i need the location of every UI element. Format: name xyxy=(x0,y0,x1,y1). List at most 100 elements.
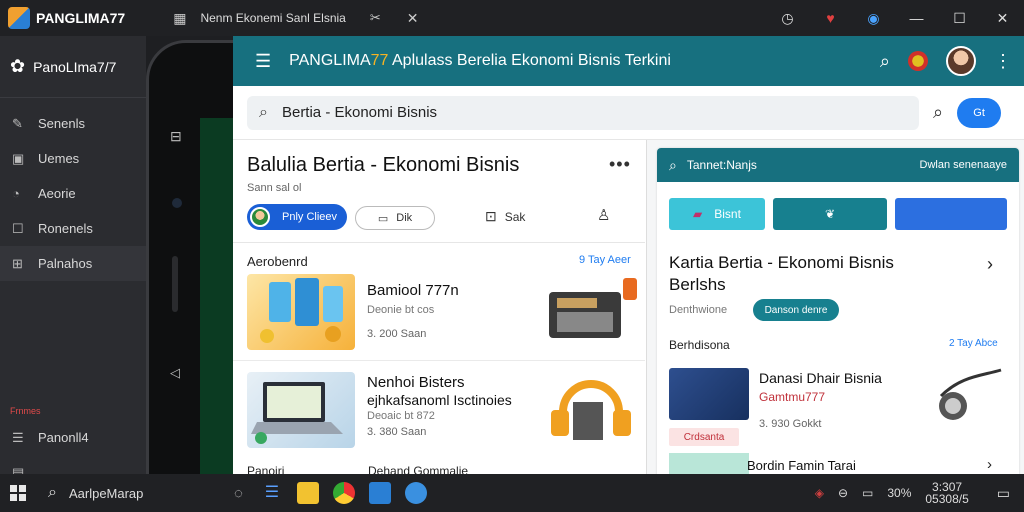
sidebar-item-senenls[interactable]: ✎ Senenls xyxy=(0,106,146,141)
taskview-icon[interactable]: ☰ xyxy=(261,482,283,504)
taskbar-search-label[interactable]: AarlpeMarap xyxy=(69,486,143,501)
flag-icon[interactable] xyxy=(908,51,928,71)
clock[interactable]: 3:307 05308/5 xyxy=(925,481,982,505)
profile-button[interactable]: Pnly Clieev xyxy=(247,204,347,230)
card-title-line1: Kartia Bertia - Ekonomi Bisnis xyxy=(669,253,894,272)
lens-icon[interactable]: ⌕ xyxy=(933,102,943,123)
sidebar-item-palnahos[interactable]: ⊞ Palnahos xyxy=(0,246,146,281)
table-icon: ⊞ xyxy=(12,255,23,271)
settings-icon[interactable]: ⊖ xyxy=(838,486,848,500)
app-title-prefix: PANGLIMA xyxy=(289,52,371,69)
notifications-icon[interactable]: ▭ xyxy=(997,485,1010,502)
card-tiles: ▰ Bisnt ❦ xyxy=(669,198,1015,230)
avatar[interactable] xyxy=(946,46,976,76)
chevron-right-icon[interactable]: › xyxy=(987,456,992,473)
tile-leaf[interactable]: ❦ xyxy=(773,198,887,230)
close-window-icon[interactable]: ✕ xyxy=(981,10,1024,27)
chevron-right-icon[interactable]: › xyxy=(987,254,993,275)
system-tray: ◈ ⊖ ▭ 30% 3:307 05308/5 ▭ xyxy=(815,474,1024,512)
tv-button[interactable]: ▭ Dik xyxy=(355,206,435,230)
card-list-item[interactable]: Danasi Dhair Bisnia Gamtmu777 Crdsanta 3… xyxy=(669,360,1009,446)
brand-name: PANGLIMA77 xyxy=(36,10,126,26)
square-icon: ☐ xyxy=(12,220,24,236)
card-header-label: Tannet:Nanjs xyxy=(686,158,757,172)
image-icon: ▣ xyxy=(12,150,25,166)
heart-icon[interactable]: ♥ xyxy=(809,10,852,26)
save-button[interactable]: ⊡ Sak xyxy=(485,208,525,225)
sidebar-item-label: Aeorie xyxy=(38,186,76,201)
sidebar-item-panonll4[interactable]: ☰ Panonll4 xyxy=(0,420,146,455)
card-section-link[interactable]: 2 Tay Abce xyxy=(949,338,998,349)
minimize-icon[interactable]: — xyxy=(895,10,938,26)
left-sidebar: ✿ PanoLIma7/7 ✎ Senenls ▣ Uemes ◔ Aeorie… xyxy=(0,36,146,480)
peek-thumbnail xyxy=(669,453,749,474)
sidebar-item-uemes[interactable]: ▣ Uemes xyxy=(0,141,146,176)
search-input[interactable] xyxy=(281,104,882,121)
history-icon[interactable]: ◷ xyxy=(766,10,809,27)
search-icon[interactable]: ⌕ xyxy=(48,484,57,502)
book-thumbnail xyxy=(669,368,749,420)
sidebar-item-aeorie[interactable]: ◔ Aeorie xyxy=(0,176,146,211)
app-window: ☰ PANGLIMA77 Aplulass Berelia Ekonomi Bi… xyxy=(233,36,1024,474)
taskbar-apps: ◌ ☰ xyxy=(234,474,441,512)
item-title-line2: ejhkafsanoml Isctinoies xyxy=(367,392,512,408)
right-panel: ⌕ Tannet:Nanjs Dwlan senenaaye ▰ Bisnt ❦… xyxy=(646,140,1024,474)
network-icon[interactable]: ▭ xyxy=(862,486,873,500)
sidebar-title: PanoLIma7/7 xyxy=(33,58,117,75)
sidebar-item-label: Panonll4 xyxy=(38,430,89,445)
stethoscope-image xyxy=(931,366,1009,426)
maximize-icon[interactable]: ☐ xyxy=(938,10,981,27)
close-tab-icon[interactable]: ✕ xyxy=(407,10,419,27)
card-header[interactable]: ⌕ Tannet:Nanjs Dwlan senenaaye xyxy=(657,148,1019,182)
list-item[interactable]: Bamiool 777n Deonie bt cos 3. 200 Saan xyxy=(247,274,639,352)
tile-bisnt[interactable]: ▰ Bisnt xyxy=(669,198,765,230)
item-title: Bamiool 777n xyxy=(367,282,459,299)
article-subtitle: Sann sal ol xyxy=(247,182,302,194)
sidebar-item-label: Senenls xyxy=(38,116,85,131)
bookmark-icon: ⊡ xyxy=(485,208,497,224)
tv-button-label: Dik xyxy=(396,212,413,224)
tab-title[interactable]: Nenm Ekonemi Sanl Elsnia xyxy=(200,11,345,25)
card-header-right[interactable]: Dwlan senenaaye xyxy=(920,159,1007,171)
more-horiz-icon[interactable]: ••• xyxy=(609,154,631,175)
sidebar-item-label: Palnahos xyxy=(38,256,93,271)
card-peek-title: Bordin Famin Tarai xyxy=(747,458,856,473)
folder-icon[interactable] xyxy=(296,482,319,504)
panel-icon: ☰ xyxy=(12,429,24,445)
edit-icon: ✎ xyxy=(12,115,23,131)
save-button-label: Sak xyxy=(504,209,526,224)
tile-blank[interactable] xyxy=(895,198,1007,230)
card-pill-button[interactable]: Danson denre xyxy=(753,299,839,321)
search-icon[interactable]: ⌕ xyxy=(880,51,890,72)
card-title[interactable]: Kartia Bertia - Ekonomi Bisnis Berlshs xyxy=(669,252,894,296)
cortana-icon[interactable]: ◌ xyxy=(234,485,243,502)
grid-icon[interactable]: ▦ xyxy=(173,10,186,27)
tag-icon: ▰ xyxy=(693,207,703,221)
app-header: ☰ PANGLIMA77 Aplulass Berelia Ekonomi Bi… xyxy=(233,36,1024,86)
pin-icon[interactable]: ✂ xyxy=(370,10,381,26)
section-label: Aerobenrd xyxy=(247,254,308,269)
search-go-button[interactable]: Gt xyxy=(957,97,1002,128)
search-bar[interactable]: ⌕ xyxy=(247,95,919,130)
shield-icon[interactable]: ◈ xyxy=(815,486,824,500)
laptop-thumbnail xyxy=(247,372,355,448)
app-title-seven: 77 xyxy=(370,52,389,69)
card-meta: Denthwione xyxy=(669,304,728,316)
user-icon[interactable]: ♙ xyxy=(597,206,610,224)
tile-label: Bisnt xyxy=(714,207,741,221)
item-title: Nenhoi Bisters xyxy=(367,374,465,391)
hamburger-icon[interactable]: ☰ xyxy=(255,51,271,72)
window-titlebar: PANGLIMA77 ▦ Nenm Ekonemi Sanl Elsnia ✂ … xyxy=(0,0,1024,36)
more-vert-icon[interactable]: ⋮ xyxy=(994,51,1012,72)
shield-icon[interactable]: ◉ xyxy=(852,10,895,27)
section-link[interactable]: 9 Tay Aeer xyxy=(579,254,631,266)
chrome-icon[interactable] xyxy=(332,482,355,504)
windows-start-icon[interactable] xyxy=(10,485,26,501)
list-item[interactable]: Nenhoi Bisters ejhkafsanoml Isctinoies D… xyxy=(247,372,639,450)
search-icon: ⌕ xyxy=(259,103,268,121)
store-icon[interactable] xyxy=(368,482,391,504)
sidebar-item-ronenels[interactable]: ☐ Ronenels xyxy=(0,211,146,246)
phone-side-button xyxy=(172,256,178,312)
browser-icon[interactable] xyxy=(404,482,427,504)
sidebar-header[interactable]: ✿ PanoLIma7/7 xyxy=(0,36,146,98)
